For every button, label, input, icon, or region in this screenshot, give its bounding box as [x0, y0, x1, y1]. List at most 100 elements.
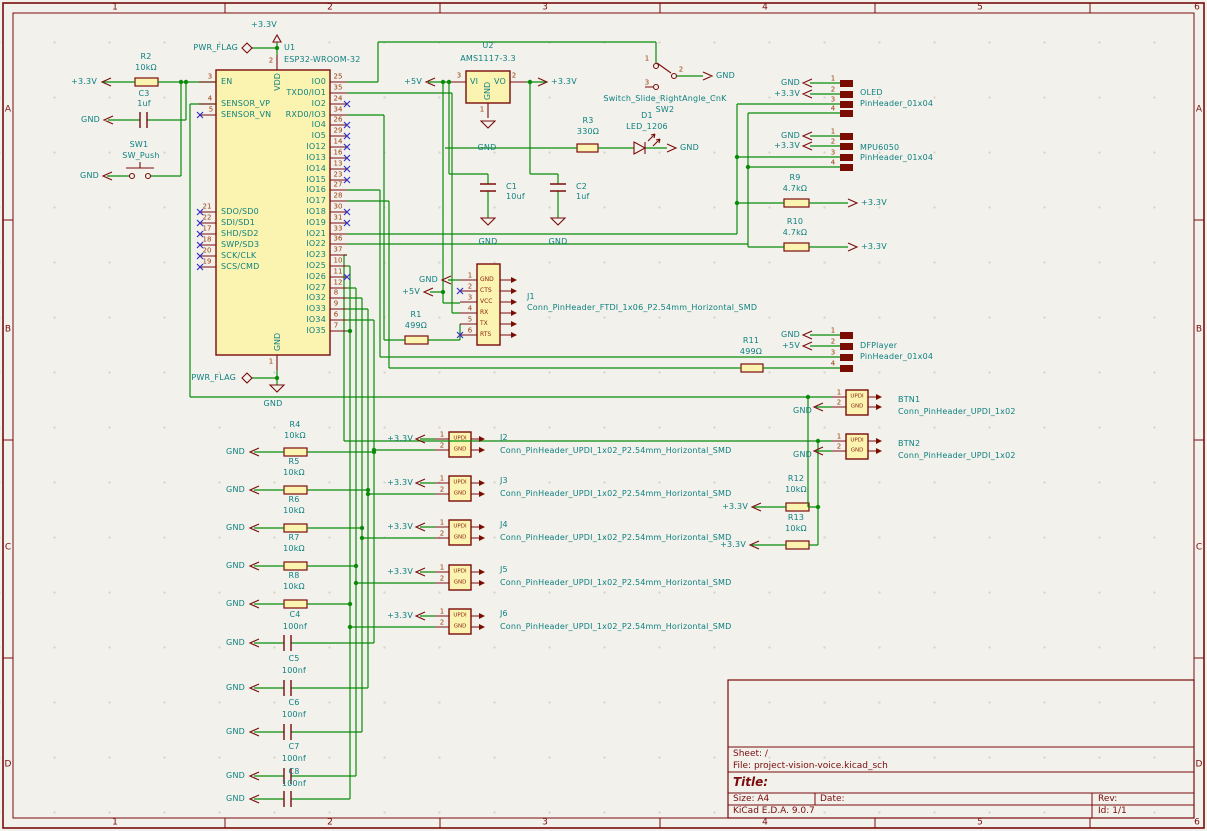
net-label[interactable]: GND — [454, 580, 467, 586]
pin-number[interactable]: 36 — [334, 235, 343, 243]
pin-number[interactable]: 5 — [209, 106, 213, 114]
net-label[interactable]: +5V — [404, 78, 422, 86]
text-label[interactable]: IO12 — [306, 143, 326, 151]
reference-label[interactable]: R8 — [288, 572, 299, 580]
reference-label[interactable]: C4 — [289, 611, 300, 619]
net-label[interactable]: GND — [81, 116, 100, 124]
text-label[interactable]: 499Ω — [405, 322, 427, 330]
pin-number[interactable]: 12 — [334, 279, 343, 287]
pin-number[interactable]: 2 — [440, 530, 444, 538]
pin-number[interactable]: 3 — [468, 294, 472, 302]
text-label[interactable]: EN — [221, 78, 232, 86]
net-label[interactable]: GND — [716, 72, 735, 80]
reference-label[interactable]: C7 — [288, 743, 299, 751]
reference-label[interactable]: J1 — [527, 293, 535, 301]
net-label[interactable]: GND — [851, 448, 864, 454]
pin-number[interactable]: 3 — [831, 349, 835, 357]
text-label[interactable]: 100nf — [282, 711, 306, 719]
reference-label[interactable]: C2 — [576, 183, 587, 191]
pin-number[interactable]: 14 — [334, 138, 343, 146]
net-label[interactable]: GND — [273, 333, 282, 351]
pin-number[interactable]: 19 — [203, 258, 212, 266]
text-label[interactable]: 10uf — [506, 193, 525, 201]
reference-label[interactable]: C6 — [288, 699, 299, 707]
pin-number[interactable]: 21 — [203, 203, 212, 211]
reference-label[interactable]: R7 — [288, 534, 299, 542]
text-label[interactable]: IO21 — [306, 230, 326, 238]
pin-number[interactable]: 3 — [645, 79, 649, 87]
net-label[interactable]: GND — [781, 79, 800, 87]
reference-label[interactable]: SW2 — [656, 106, 675, 114]
net-label[interactable]: GND — [454, 624, 467, 630]
reference-label[interactable]: R13 — [788, 514, 804, 522]
pin-number[interactable]: 1 — [645, 55, 649, 63]
text-label[interactable]: UPDI — [453, 569, 466, 575]
reference-label[interactable]: BTN2 — [898, 440, 920, 448]
reference-label[interactable]: R2 — [140, 53, 151, 61]
net-label[interactable]: GND — [80, 172, 99, 180]
net-label[interactable]: GND — [851, 404, 864, 410]
reference-label[interactable]: R9 — [789, 174, 800, 182]
text-label[interactable]: PinHeader_01x04 — [860, 353, 933, 361]
reference-label[interactable]: R11 — [743, 337, 759, 345]
net-label[interactable]: GND — [680, 144, 699, 152]
pin-number[interactable]: 1 — [837, 389, 841, 397]
pin-number[interactable]: 20 — [203, 247, 212, 255]
pin-number[interactable]: 11 — [334, 268, 343, 276]
text-label[interactable]: 330Ω — [577, 128, 599, 136]
net-label[interactable]: +3.3V — [251, 21, 277, 29]
text-label[interactable]: Conn_PinHeader_UPDI_1x02 — [898, 452, 1016, 460]
net-label[interactable]: GND — [549, 238, 568, 246]
text-label[interactable]: RX — [480, 310, 488, 316]
text-label[interactable]: 10kΩ — [283, 507, 305, 515]
text-label[interactable]: Conn_PinHeader_UPDI_1x02_P2.54mm_Horizon… — [500, 579, 732, 587]
text-label[interactable]: UPDI — [850, 438, 863, 444]
text-label[interactable]: IO23 — [306, 251, 326, 259]
pin-number[interactable]: 1 — [831, 75, 835, 83]
text-label[interactable]: IO19 — [306, 219, 326, 227]
pin-number[interactable]: 4 — [468, 305, 472, 313]
reference-label[interactable]: R1 — [410, 311, 421, 319]
pin-number[interactable]: 24 — [334, 95, 343, 103]
net-label[interactable]: +3.3V — [387, 612, 413, 620]
reference-label[interactable]: J6 — [500, 610, 508, 618]
pin-number[interactable]: 5 — [468, 316, 472, 324]
text-label[interactable]: RTS — [480, 332, 491, 338]
pin-number[interactable]: 1 — [831, 128, 835, 136]
net-label[interactable]: GND — [226, 795, 245, 803]
net-label[interactable]: GND — [454, 491, 467, 497]
net-label[interactable]: +3.3V — [387, 568, 413, 576]
text-label[interactable]: 10kΩ — [284, 432, 306, 440]
net-label[interactable]: GND — [226, 772, 245, 780]
net-label[interactable]: GND — [226, 639, 245, 647]
pin-number[interactable]: 1 — [468, 272, 472, 280]
text-label[interactable]: IO13 — [306, 154, 326, 162]
pin-number[interactable]: 4 — [831, 105, 835, 113]
net-label[interactable]: PWR_FLAG — [193, 44, 238, 52]
text-label[interactable]: 10kΩ — [283, 545, 305, 553]
net-label[interactable]: GND — [781, 331, 800, 339]
pin-number[interactable]: 2 — [837, 443, 841, 451]
pin-number[interactable]: 28 — [334, 192, 343, 200]
text-label[interactable]: DFPlayer — [860, 342, 897, 350]
pin-number[interactable]: 2 — [512, 72, 516, 80]
text-label[interactable]: IO17 — [306, 197, 326, 205]
text-label[interactable]: SCS/CMD — [221, 263, 260, 271]
text-label[interactable]: TX — [480, 321, 488, 327]
net-label[interactable]: GND — [480, 277, 494, 283]
reference-label[interactable]: R3 — [582, 117, 593, 125]
net-label[interactable]: GND — [226, 448, 245, 456]
pin-number[interactable]: 6 — [468, 327, 472, 335]
reference-label[interactable]: J5 — [500, 566, 508, 574]
text-label[interactable]: UPDI — [453, 436, 466, 442]
pin-number[interactable]: 8 — [334, 289, 338, 297]
pin-number[interactable]: 26 — [334, 116, 343, 124]
text-label[interactable]: IO35 — [306, 327, 326, 335]
reference-label[interactable]: R10 — [787, 218, 803, 226]
reference-label[interactable]: J4 — [500, 521, 508, 529]
net-label[interactable]: GND — [483, 82, 492, 100]
text-label[interactable]: UPDI — [453, 613, 466, 619]
reference-label[interactable]: R6 — [288, 496, 299, 504]
text-label[interactable]: IO4 — [312, 121, 326, 129]
text-label[interactable]: IO18 — [306, 208, 326, 216]
